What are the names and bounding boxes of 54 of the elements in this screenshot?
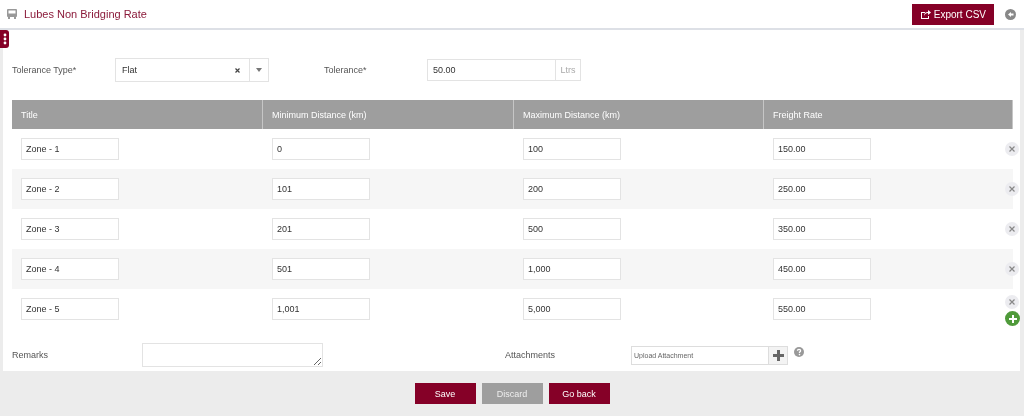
table-cell-field[interactable]: Zone - 5 [21, 298, 119, 320]
table-cell-field[interactable]: 250.00 [773, 178, 871, 200]
footer-button[interactable]: Save [414, 383, 476, 404]
export-icon [919, 9, 931, 19]
caret-icon[interactable] [256, 68, 262, 72]
table-cell-field[interactable]: 1,000 [523, 258, 621, 280]
remove-row-button[interactable] [1005, 142, 1019, 156]
field-label: Remarks [12, 350, 49, 360]
export-button[interactable]: Export CSV [911, 3, 994, 25]
field-label: Tolerance Type* [12, 65, 78, 75]
table-cell-field[interactable]: 501 [272, 258, 370, 280]
close-icon [1009, 299, 1015, 305]
field-label: Attachments [505, 350, 557, 360]
table-cell-field[interactable]: 350.00 [773, 218, 871, 240]
tolerance-field[interactable]: 50.00 [427, 59, 556, 81]
close-icon [1009, 186, 1015, 192]
menu-tab[interactable] [0, 30, 9, 48]
table-cell-field[interactable]: 5,000 [523, 298, 621, 320]
close-icon [1009, 226, 1015, 232]
clear-icon[interactable] [235, 67, 240, 73]
close-icon [1009, 266, 1015, 272]
table-cell-field[interactable]: 500 [523, 218, 621, 240]
table-cell-field[interactable]: 101 [272, 178, 370, 200]
page-title: Lubes Non Bridging Rate [24, 8, 147, 20]
back-icon[interactable] [1005, 8, 1016, 20]
table-cell-field[interactable]: Zone - 2 [21, 178, 119, 200]
plus-icon [772, 349, 784, 361]
remove-row-button[interactable] [1005, 262, 1019, 276]
close-icon [1009, 146, 1015, 152]
unit-label: Ltrs [556, 59, 581, 81]
table-cell-field[interactable]: 150.00 [773, 138, 871, 160]
field-label: Tolerance* [324, 65, 368, 75]
table-cell-field[interactable]: 200 [523, 178, 621, 200]
table-cell-field[interactable]: 0 [272, 138, 370, 160]
tolerance-type-select[interactable]: Flat [115, 58, 269, 82]
table-cell-field[interactable]: Zone - 1 [21, 138, 119, 160]
remove-row-button[interactable] [1005, 295, 1019, 309]
footer-button[interactable]: Go back [548, 383, 610, 404]
remarks-field[interactable] [142, 343, 323, 367]
plus-icon [1008, 314, 1017, 323]
add-attachment-button[interactable] [769, 345, 788, 365]
remove-row-button[interactable] [1005, 182, 1019, 196]
remove-row-button[interactable] [1005, 222, 1019, 236]
add-row-button[interactable] [1005, 311, 1020, 326]
table-cell-field[interactable]: 1,001 [272, 298, 370, 320]
table-cell-field[interactable]: 201 [272, 218, 370, 240]
table-cell-field[interactable]: Zone - 3 [21, 218, 119, 240]
help-icon[interactable] [794, 347, 804, 357]
table-cell-field[interactable]: 100 [523, 138, 621, 160]
table-cell-field[interactable]: 450.00 [773, 258, 871, 280]
truck-icon [6, 8, 18, 20]
table-cell-field[interactable]: Zone - 4 [21, 258, 119, 280]
dots-icon [2, 33, 7, 45]
table-cell-field[interactable]: 550.00 [773, 298, 871, 320]
